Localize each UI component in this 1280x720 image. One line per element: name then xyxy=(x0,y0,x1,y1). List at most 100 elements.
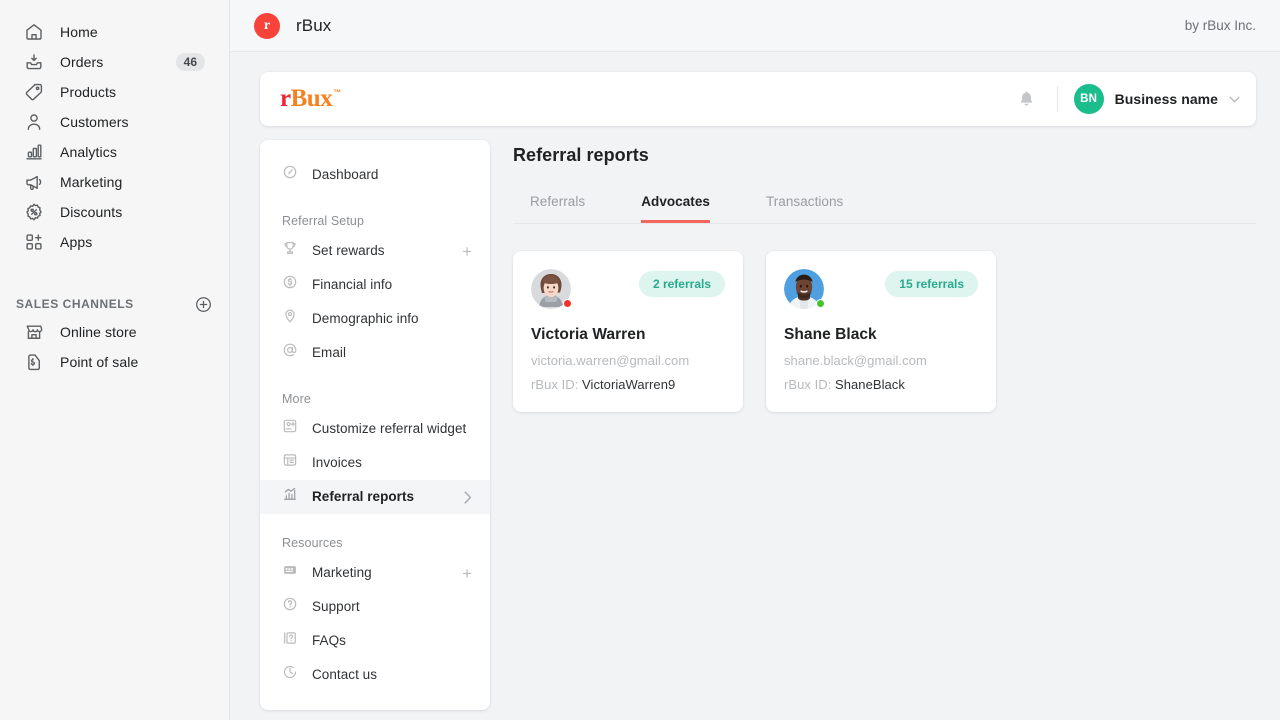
tab-advocates[interactable]: Advocates xyxy=(641,194,710,223)
sidebar-item-analytics[interactable]: Analytics xyxy=(8,137,221,167)
rbux-brand-logo[interactable]: rBux™ xyxy=(280,85,341,113)
app-nav-item-customize-referral-widget[interactable]: Customize referral widget xyxy=(260,412,490,446)
sidebar-item-home[interactable]: Home xyxy=(8,17,221,47)
app-nav-group-heading: More xyxy=(260,392,490,406)
sidebar-item-online-store[interactable]: Online store xyxy=(8,317,221,347)
dollar-coin-icon xyxy=(282,274,298,290)
customize-widget-icon xyxy=(282,418,298,434)
tag-icon xyxy=(24,82,44,102)
sidebar-item-label: Online store xyxy=(60,324,137,340)
app-body: rBux™ BN Business name xyxy=(230,52,1280,720)
referral-count-badge: 2 referrals xyxy=(639,271,725,297)
megaphone-icon xyxy=(24,172,44,192)
status-dot xyxy=(563,299,572,308)
sidebar-item-label: Customers xyxy=(60,114,129,130)
sales-channels-section-header: SALES CHANNELS xyxy=(0,291,229,317)
sidebar-item-products[interactable]: Products xyxy=(8,77,221,107)
avatar: BN xyxy=(1074,84,1104,114)
invoice-icon xyxy=(282,452,298,468)
app-nav-item-label: Customize referral widget xyxy=(312,419,466,439)
rbux-app-icon: r xyxy=(254,13,280,39)
user-name: Business name xyxy=(1115,91,1218,107)
advocate-rbux-id: rBux ID: VictoriaWarren9 xyxy=(531,377,725,392)
sidebar-item-orders[interactable]: Orders 46 xyxy=(8,47,221,77)
app-nav-group-heading: Referral Setup xyxy=(260,214,490,228)
advocate-cards: 2 referrals Victoria Warren victoria.warre… xyxy=(513,251,1256,412)
sidebar-item-customers[interactable]: Customers xyxy=(8,107,221,137)
circle-plus-icon[interactable] xyxy=(193,294,213,314)
app-root: HomeOrders46ProductsCustomersAnalyticsMa… xyxy=(0,0,1280,720)
sidebar-item-label: Orders xyxy=(60,54,103,70)
app-nav-item-financial-info[interactable]: Financial info xyxy=(260,268,490,302)
sidebar-item-marketing[interactable]: Marketing xyxy=(8,167,221,197)
tab-transactions[interactable]: Transactions xyxy=(766,194,843,223)
at-sign-icon xyxy=(282,342,298,358)
app-nav-item-support[interactable]: Support xyxy=(260,590,490,624)
app-topbar: r rBux by rBux Inc. xyxy=(230,0,1280,52)
app-nav-item-label: Demographic info xyxy=(312,309,419,329)
embed-header-bar: rBux™ BN Business name xyxy=(260,72,1256,126)
main-panel: Referral reports Referrals Advocates Trans… xyxy=(490,140,1256,412)
discount-percent-icon xyxy=(24,202,44,222)
app-nav-item-label: Support xyxy=(312,597,360,617)
app-nav-item-label: Invoices xyxy=(312,453,362,473)
app-publisher: by rBux Inc. xyxy=(1185,18,1256,33)
help-circle-icon xyxy=(282,596,298,612)
advocate-rbux-id-value: VictoriaWarren9 xyxy=(582,377,675,392)
tab-referrals[interactable]: Referrals xyxy=(530,194,585,223)
advocate-card[interactable]: 2 referrals Victoria Warren victoria.warre… xyxy=(513,251,743,412)
app-nav-item-set-rewards[interactable]: Set rewards + xyxy=(260,234,490,268)
trophy-icon xyxy=(282,240,298,256)
home-icon xyxy=(24,22,44,42)
app-nav-item-label: Financial info xyxy=(312,275,392,295)
page-title: Referral reports xyxy=(513,145,1256,166)
app-nav-item-demographic-info[interactable]: Demographic info xyxy=(260,302,490,336)
brand-logo-bux: Bux xyxy=(291,85,333,113)
bar-chart-icon xyxy=(24,142,44,162)
user-menu[interactable]: BN Business name xyxy=(1074,84,1240,114)
advocate-rbux-id-value: ShaneBlack xyxy=(835,377,905,392)
advocate-rbux-id-label: rBux ID: xyxy=(531,377,578,392)
sidebar-item-discounts[interactable]: Discounts xyxy=(8,197,221,227)
point-of-sale-icon xyxy=(24,352,44,372)
referral-count-badge: 15 referrals xyxy=(885,271,978,297)
content-row: Dashboard Referral Setup Set rewards + Fina… xyxy=(260,140,1256,710)
app-nav-item-marketing[interactable]: Marketing + xyxy=(260,556,490,590)
app-title: rBux xyxy=(296,16,331,36)
chevron-right-icon xyxy=(456,491,472,504)
faq-icon xyxy=(282,630,298,646)
advocate-avatar xyxy=(531,269,571,309)
orders-count-badge: 46 xyxy=(176,53,205,71)
sidebar-item-point-of-sale[interactable]: Point of sale xyxy=(8,347,221,377)
app-nav-item-label: Set rewards xyxy=(312,241,385,261)
embed-header-right: BN Business name xyxy=(1013,84,1240,114)
advocate-email: shane.black@gmail.com xyxy=(784,353,978,368)
sidebar-item-apps[interactable]: Apps xyxy=(8,227,221,257)
apps-grid-plus-icon xyxy=(24,232,44,252)
dashboard-gauge-icon xyxy=(282,164,298,180)
advocate-card[interactable]: 15 referralsShane Blackshane.black@gmail… xyxy=(766,251,996,412)
plus-icon[interactable]: + xyxy=(454,565,472,582)
app-nav-item-invoices[interactable]: Invoices xyxy=(260,446,490,480)
app-nav-item-faqs[interactable]: FAQs xyxy=(260,624,490,658)
sidebar-item-label: Home xyxy=(60,24,98,40)
advocate-card-top: 15 referrals xyxy=(784,269,978,309)
advocate-name: Victoria Warren xyxy=(531,326,725,344)
app-nav-item-label: Marketing xyxy=(312,563,372,583)
bell-icon[interactable] xyxy=(1013,85,1041,113)
app-inner-sidebar: Dashboard Referral Setup Set rewards + Fina… xyxy=(260,140,490,710)
orders-inbox-icon xyxy=(24,52,44,72)
app-nav-item-email[interactable]: Email xyxy=(260,336,490,370)
advocate-email: victoria.warren@gmail.com xyxy=(531,353,725,368)
plus-icon[interactable]: + xyxy=(454,243,472,260)
app-nav-item-referral-reports[interactable]: Referral reports xyxy=(260,480,490,514)
chevron-down-icon xyxy=(1229,96,1240,103)
advocate-rbux-id: rBux ID: ShaneBlack xyxy=(784,377,978,392)
app-nav-item-contact-us[interactable]: Contact us xyxy=(260,658,490,692)
app-nav-item-label: Referral reports xyxy=(312,487,414,507)
brand-logo-r: r xyxy=(280,85,291,113)
app-nav-item-dashboard[interactable]: Dashboard xyxy=(260,158,490,192)
map-pin-icon xyxy=(282,308,298,324)
rbux-app-icon-letter: r xyxy=(264,18,270,34)
advocate-rbux-id-label: rBux ID: xyxy=(784,377,831,392)
